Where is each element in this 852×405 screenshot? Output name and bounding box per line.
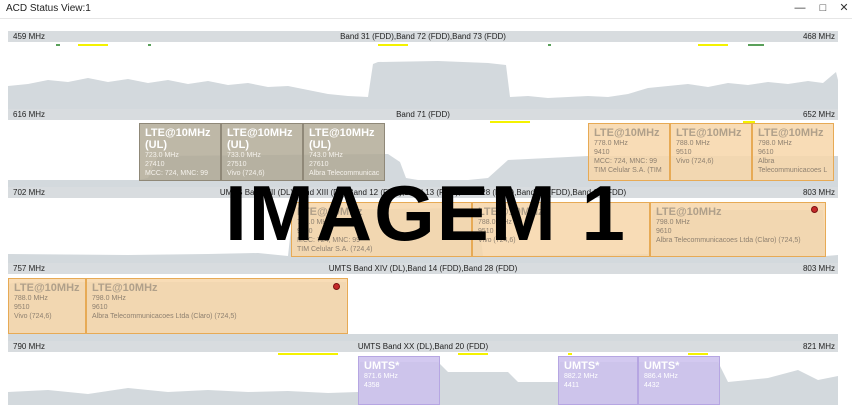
card-title: UMTS*: [364, 360, 400, 372]
band-header: 790 MHz UMTS Band XX (DL),Band 20 (FDD) …: [8, 341, 838, 352]
close-button[interactable]: ✕: [832, 0, 852, 18]
channel-card[interactable]: UMTS* 882.2 MHz 4411: [558, 356, 638, 405]
card-title: LTE@10MHz: [92, 282, 158, 294]
card-frequency: 882.2 MHz: [564, 373, 598, 380]
spectrum-view[interactable]: [8, 42, 838, 109]
card-operator: Vivo (724,6): [14, 313, 52, 320]
band-name: Band 31 (FDD),Band 72 (FDD),Band 73 (FDD…: [340, 32, 506, 41]
signal-marker: [148, 44, 151, 46]
signal-marker: [490, 121, 530, 123]
band-freq-end: 468 MHz: [802, 32, 835, 41]
spectrum-plot: [8, 44, 838, 109]
card-title: UMTS*: [644, 360, 680, 372]
band-freq-end: 803 MHz: [802, 264, 835, 273]
card-frequency: 798.0 MHz: [758, 140, 792, 147]
card-title: LTE@10MHz: [14, 282, 80, 294]
card-frequency: 723.0 MHz: [145, 152, 179, 159]
card-frequency: 886.4 MHz: [644, 373, 678, 380]
signal-marker: [56, 44, 60, 46]
card-title: LTE@10MHz: [676, 127, 742, 139]
card-frequency: 798.0 MHz: [92, 295, 126, 302]
card-mcc-mnc: MCC: 724, MNC: 99: [594, 158, 658, 165]
card-channel: 4358: [364, 382, 380, 389]
channel-card[interactable]: LTE@10MHz 788.0 MHz 9510 Vivo (724,6): [8, 278, 86, 334]
channel-card[interactable]: UMTS* 886.4 MHz 4432: [638, 356, 720, 405]
band-header: 616 MHz Band 71 (FDD) 652 MHz: [8, 109, 838, 120]
card-channel: 9410: [594, 149, 610, 156]
card-frequency: 733.0 MHz: [227, 152, 261, 159]
band-freq-end: 652 MHz: [802, 110, 835, 119]
signal-marker: [698, 44, 728, 46]
card-operator: Albra Telecommunicacoes Ltda (Claro) (72…: [92, 313, 237, 320]
channel-card[interactable]: UMTS* 871.6 MHz 4358: [358, 356, 440, 405]
signal-marker: [378, 44, 408, 46]
minimize-button[interactable]: —: [788, 0, 812, 18]
card-title: UMTS*: [564, 360, 600, 372]
card-title: LTE@10MHz: [594, 127, 660, 139]
band-panel-0: 459 MHz Band 31 (FDD),Band 72 (FDD),Band…: [8, 31, 838, 109]
spectrum-view[interactable]: LTE@10MHz 788.0 MHz 9510 Vivo (724,6) LT…: [8, 274, 838, 341]
band-name: UMTS Band XX (DL),Band 20 (FDD): [357, 342, 489, 351]
card-title: LTE@10MHz (UL): [145, 127, 211, 151]
spectrum-fill: [8, 61, 838, 109]
overlay-caption: IMAGEM 1: [225, 169, 627, 257]
card-frequency: 871.6 MHz: [364, 373, 398, 380]
card-channel: 9510: [676, 149, 692, 156]
channel-card[interactable]: LTE@10MHz 798.0 MHz 9610 Albra Telecommu…: [86, 278, 348, 334]
spectrum-view[interactable]: UMTS* 871.6 MHz 4358 UMTS* 882.2 MHz 441…: [8, 352, 838, 405]
card-frequency: 788.0 MHz: [676, 140, 710, 147]
card-frequency: 778.0 MHz: [594, 140, 628, 147]
card-operator: Vivo (724,6): [676, 158, 714, 165]
window-title: ACD Status View:1: [6, 3, 91, 14]
band-freq-end: 821 MHz: [802, 342, 835, 351]
card-channel: 4411: [564, 382, 580, 389]
band-panel-3: 757 MHz UMTS Band XIV (DL),Band 14 (FDD)…: [8, 263, 838, 341]
red-alert-circle-icon[interactable]: [333, 283, 340, 290]
band-header: 459 MHz Band 31 (FDD),Band 72 (FDD),Band…: [8, 31, 838, 42]
card-channel: 4432: [644, 382, 660, 389]
card-channel: 9510: [14, 304, 30, 311]
card-operator: Albra: [758, 158, 775, 165]
card-channel: 9610: [758, 149, 774, 156]
card-frequency: 788.0 MHz: [14, 295, 48, 302]
card-title: LTE@10MHz (UL): [309, 127, 375, 151]
signal-marker: [548, 44, 551, 46]
card-title: LTE@10MHz: [758, 127, 824, 139]
signal-marker: [688, 353, 708, 355]
signal-marker: [78, 44, 108, 46]
band-panel-4: 790 MHz UMTS Band XX (DL),Band 20 (FDD) …: [8, 341, 838, 405]
band-header: 757 MHz UMTS Band XIV (DL),Band 14 (FDD)…: [8, 263, 838, 274]
band-name: UMTS Band XIV (DL),Band 14 (FDD),Band 28…: [328, 264, 518, 273]
signal-marker: [748, 44, 764, 46]
signal-marker: [568, 353, 572, 355]
window-titlebar: ACD Status View:1 — □ ✕: [0, 0, 852, 19]
card-frequency: 743.0 MHz: [309, 152, 343, 159]
card-title: LTE@10MHz (UL): [227, 127, 293, 151]
signal-marker: [458, 353, 488, 355]
card-channel: 9610: [92, 304, 108, 311]
signal-marker: [278, 353, 338, 355]
band-name: Band 71 (FDD): [396, 110, 450, 119]
